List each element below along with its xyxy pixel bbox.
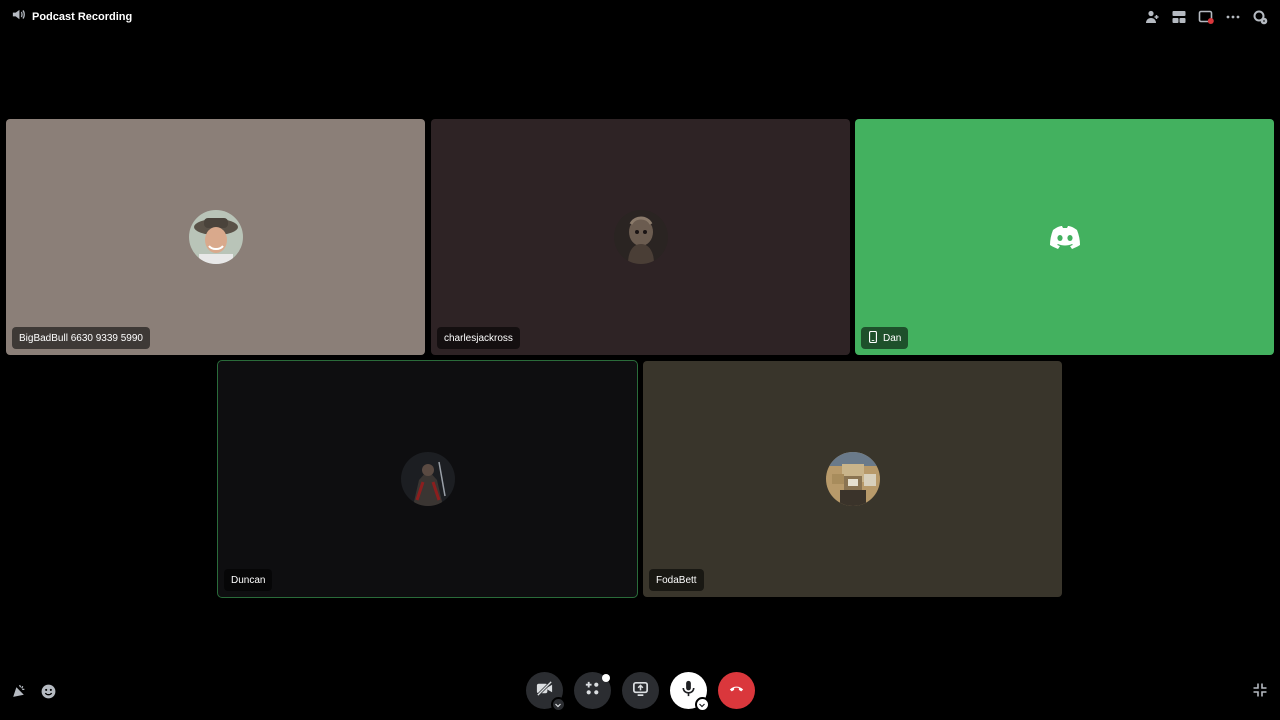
speaker-icon bbox=[11, 7, 26, 27]
avatar bbox=[400, 452, 455, 506]
microphone-icon bbox=[679, 679, 698, 703]
participant-tile[interactable]: charlesjackross bbox=[431, 119, 850, 355]
mobile-icon bbox=[868, 330, 878, 346]
call-header: Podcast Recording bbox=[0, 0, 1280, 34]
participant-name: FodaBett bbox=[656, 574, 697, 586]
participant-name-tag: BigBadBull 6630 9339 5990 bbox=[12, 327, 150, 349]
participant-name-tag: Dan bbox=[861, 327, 909, 349]
participant-tile[interactable]: BigBadBull 6630 9339 5990 bbox=[6, 119, 425, 355]
participant-name: Duncan bbox=[231, 574, 266, 586]
chevron-down-icon[interactable] bbox=[694, 697, 710, 712]
leave-call-button[interactable] bbox=[717, 672, 755, 709]
channel-title: Podcast Recording bbox=[32, 11, 133, 23]
participant-name-tag: Duncan bbox=[224, 569, 273, 591]
participant-name: Dan bbox=[883, 332, 902, 344]
microphone-button[interactable] bbox=[669, 672, 710, 712]
camera-toggle-button[interactable] bbox=[525, 672, 566, 712]
activities-icon bbox=[583, 679, 602, 703]
screen-share-button[interactable] bbox=[621, 672, 659, 709]
avatar bbox=[825, 452, 880, 506]
participant-name: charlesjackross bbox=[444, 332, 513, 344]
camera-off-icon bbox=[535, 679, 554, 703]
participant-name-tag: charlesjackross bbox=[437, 327, 520, 349]
avatar bbox=[613, 210, 668, 264]
participant-name: BigBadBull 6630 9339 5990 bbox=[19, 332, 143, 344]
screen-share-icon bbox=[631, 679, 650, 703]
discord-logo-icon bbox=[1038, 210, 1092, 264]
header-actions bbox=[1143, 6, 1268, 28]
activities-button[interactable] bbox=[573, 672, 611, 709]
settings-icon[interactable] bbox=[1251, 9, 1268, 26]
invite-icon[interactable] bbox=[1143, 9, 1160, 26]
bottom-right-tools bbox=[1251, 681, 1268, 698]
participant-tile[interactable]: Duncan bbox=[217, 360, 638, 598]
avatar bbox=[188, 210, 243, 264]
layout-icon[interactable] bbox=[1170, 9, 1187, 26]
chevron-down-icon[interactable] bbox=[550, 697, 566, 712]
more-options-icon[interactable] bbox=[1224, 9, 1241, 26]
collapse-icon[interactable] bbox=[1251, 681, 1268, 698]
participant-tile[interactable]: FodaBett bbox=[643, 361, 1062, 597]
participant-name-tag: FodaBett bbox=[649, 569, 704, 591]
channel-info: Podcast Recording bbox=[11, 8, 132, 26]
leave-call-icon bbox=[727, 679, 746, 703]
participant-tile[interactable]: Dan bbox=[855, 119, 1274, 355]
notification-dot bbox=[601, 674, 610, 682]
popout-icon[interactable] bbox=[1197, 9, 1214, 26]
call-controls bbox=[0, 672, 1280, 712]
